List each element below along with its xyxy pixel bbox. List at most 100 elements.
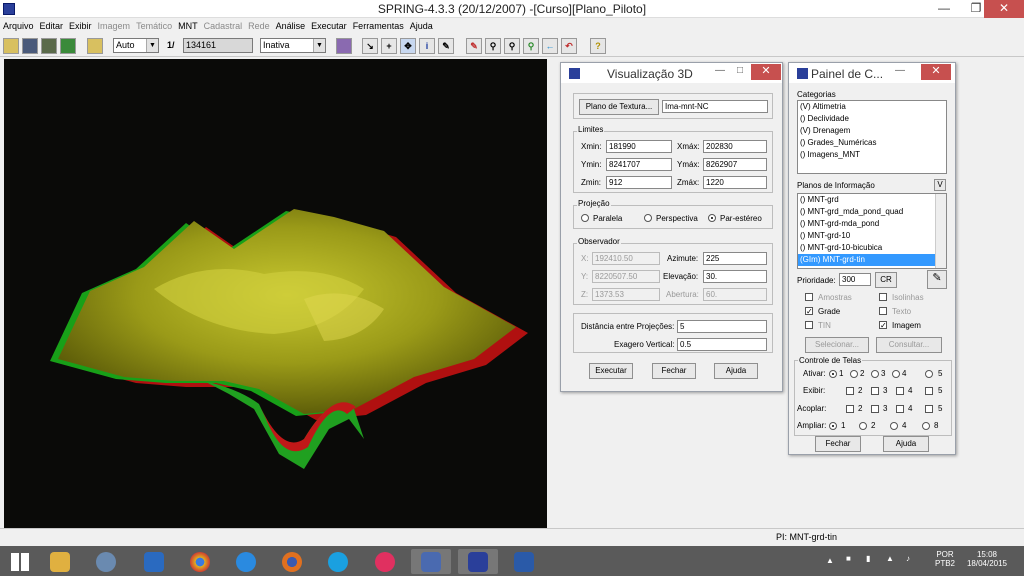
- ampliar-radio-4[interactable]: [890, 422, 898, 430]
- texto-checkbox[interactable]: [879, 307, 887, 315]
- selecionar-button[interactable]: Selecionar...: [805, 337, 869, 353]
- screen-icon[interactable]: [336, 38, 352, 54]
- list-item[interactable]: () Grades_Numéricas: [798, 137, 946, 149]
- zoom-back-icon[interactable]: ⚲: [523, 38, 539, 54]
- menu-executar[interactable]: Executar: [308, 18, 350, 34]
- language-indicator[interactable]: POR PTB2: [932, 550, 958, 568]
- display-mode-select[interactable]: Inativa ▼: [260, 38, 326, 53]
- network-icon[interactable]: [86, 549, 126, 574]
- ampliar-radio-1[interactable]: [829, 422, 837, 430]
- menu-ajuda[interactable]: Ajuda: [407, 18, 436, 34]
- tray-chevron-icon[interactable]: ▲: [826, 556, 834, 565]
- categorias-list[interactable]: (V) Altimetria () Declividade (V) Drenag…: [797, 100, 947, 174]
- crosshair-icon[interactable]: +: [381, 38, 397, 54]
- prioridade-field[interactable]: 300: [839, 273, 871, 286]
- itunes-icon[interactable]: [365, 549, 405, 574]
- firefox-icon[interactable]: [272, 549, 312, 574]
- ajuda-button[interactable]: Ajuda: [714, 363, 758, 379]
- list-item[interactable]: () MNT-grd_mda_pond_quad: [798, 206, 946, 218]
- perspectiva-radio[interactable]: [644, 214, 652, 222]
- list-item[interactable]: () MNT-grd-10: [798, 230, 946, 242]
- executar-button[interactable]: Executar: [589, 363, 633, 379]
- distancia-field[interactable]: 5: [677, 320, 767, 333]
- painel-ajuda-button[interactable]: Ajuda: [883, 436, 929, 452]
- close-button[interactable]: ✕: [921, 64, 951, 80]
- help-icon[interactable]: ?: [590, 38, 606, 54]
- horizontal-scrollbar[interactable]: [547, 512, 1008, 528]
- menu-cadastral[interactable]: Cadastral: [201, 18, 246, 34]
- exibir-checkbox-3[interactable]: [871, 387, 879, 395]
- ampliar-radio-2[interactable]: [859, 422, 867, 430]
- list-item[interactable]: (V) Altimetria: [798, 101, 946, 113]
- menu-rede[interactable]: Rede: [245, 18, 273, 34]
- ymin-field[interactable]: 8241707: [606, 158, 672, 171]
- list-item[interactable]: () Imagens_MNT: [798, 149, 946, 161]
- elevacao-field[interactable]: 30.: [703, 270, 767, 283]
- zmin-field[interactable]: 912: [606, 176, 672, 189]
- minimize-button[interactable]: —: [711, 65, 729, 79]
- consultar-button[interactable]: Consultar...: [876, 337, 942, 353]
- exibir-checkbox-4[interactable]: [896, 387, 904, 395]
- imagem-checkbox[interactable]: ✓: [879, 321, 887, 330]
- zoom-out-icon[interactable]: ⚲: [504, 38, 520, 54]
- menu-tematico[interactable]: Temático: [133, 18, 175, 34]
- info-icon[interactable]: i: [419, 38, 435, 54]
- ativar-radio-1[interactable]: [829, 370, 837, 378]
- list-item[interactable]: () MNT-grd-mda_pond: [798, 218, 946, 230]
- ymax-field[interactable]: 8262907: [703, 158, 767, 171]
- file-explorer-icon[interactable]: [40, 549, 80, 574]
- draw-icon[interactable]: [87, 38, 103, 54]
- pan-icon[interactable]: ✥: [400, 38, 416, 54]
- clock[interactable]: 15:08 18/04/2015: [962, 550, 1012, 568]
- menu-imagem[interactable]: Imagem: [95, 18, 134, 34]
- internet-explorer-icon[interactable]: [226, 549, 266, 574]
- plano-textura-button[interactable]: Plano de Textura...: [579, 99, 659, 115]
- menu-editar[interactable]: Editar: [37, 18, 67, 34]
- spring-impima-icon[interactable]: [411, 549, 451, 574]
- menu-analise[interactable]: Análise: [273, 18, 309, 34]
- tray-app-icon[interactable]: ■: [846, 554, 851, 563]
- textura-field[interactable]: Ima-mnt-NC: [662, 100, 768, 113]
- menu-arquivo[interactable]: Arquivo: [0, 18, 37, 34]
- zmax-field[interactable]: 1220: [703, 176, 767, 189]
- list-item[interactable]: () Declividade: [798, 113, 946, 125]
- maximize-button[interactable]: □: [731, 65, 749, 79]
- word-icon[interactable]: [504, 549, 544, 574]
- exibir-checkbox-2[interactable]: [846, 387, 854, 395]
- menu-mnt[interactable]: MNT: [175, 18, 201, 34]
- zoom-area-icon[interactable]: ⚲: [485, 38, 501, 54]
- exibir-checkbox-5[interactable]: [925, 387, 933, 395]
- vertical-scrollbar[interactable]: [1008, 58, 1024, 528]
- scale-field[interactable]: 134161: [183, 38, 253, 53]
- spring-app-icon[interactable]: [458, 549, 498, 574]
- fechar-button[interactable]: Fechar: [652, 363, 696, 379]
- planos-list[interactable]: () MNT-grd () MNT-grd_mda_pond_quad () M…: [797, 193, 947, 269]
- grade-checkbox[interactable]: ✓: [805, 307, 813, 316]
- acoplar-checkbox-3[interactable]: [871, 405, 879, 413]
- ativar-radio-5[interactable]: [925, 370, 933, 378]
- ativar-radio-2[interactable]: [850, 370, 858, 378]
- close-button[interactable]: ✕: [984, 0, 1024, 18]
- par-estereo-radio[interactable]: [708, 214, 716, 222]
- zoom-in-icon[interactable]: ↘: [362, 38, 378, 54]
- close-button[interactable]: ✕: [751, 64, 781, 80]
- acoplar-checkbox-5[interactable]: [925, 405, 933, 413]
- cr-button[interactable]: CR: [875, 272, 897, 288]
- leaf-icon[interactable]: [60, 38, 76, 54]
- database-icon[interactable]: [3, 38, 19, 54]
- list-item[interactable]: () MNT-grd-10-bicubica: [798, 242, 946, 254]
- volume-icon[interactable]: ♪: [906, 554, 910, 563]
- tin-checkbox[interactable]: [805, 321, 813, 329]
- arrow-left-icon[interactable]: ←: [542, 38, 558, 54]
- map-canvas[interactable]: [4, 59, 547, 528]
- menu-exibir[interactable]: Exibir: [66, 18, 95, 34]
- minimize-button[interactable]: —: [930, 0, 958, 18]
- minimize-button[interactable]: —: [891, 65, 909, 79]
- project-icon[interactable]: [22, 38, 38, 54]
- planos-visible-button[interactable]: V: [934, 179, 946, 191]
- list-item-selected[interactable]: (GIm) MNT-grd-tin: [798, 254, 946, 266]
- zoom-mode-select[interactable]: Auto ▼: [113, 38, 159, 53]
- azimute-field[interactable]: 225: [703, 252, 767, 265]
- isolinhas-checkbox[interactable]: [879, 293, 887, 301]
- battery-icon[interactable]: ▮: [866, 554, 870, 563]
